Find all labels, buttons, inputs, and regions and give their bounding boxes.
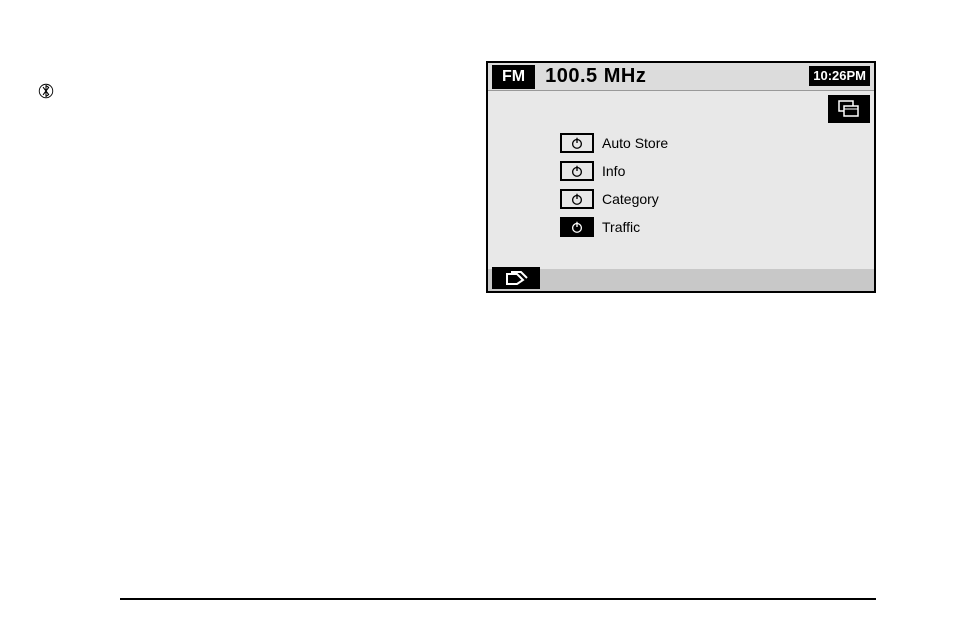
bluetooth-icon bbox=[38, 82, 54, 100]
menu-label: Info bbox=[602, 163, 625, 179]
bottom-bar bbox=[488, 269, 874, 291]
frequency-display: 100.5 MHz bbox=[545, 65, 646, 88]
menu-label: Auto Store bbox=[602, 135, 668, 151]
panel-header: FM 100.5 MHz 10:26PM bbox=[488, 63, 874, 91]
power-icon bbox=[560, 133, 594, 153]
power-icon bbox=[560, 217, 594, 237]
power-icon bbox=[560, 161, 594, 181]
radio-panel: FM 100.5 MHz 10:26PM Auto Store bbox=[486, 61, 876, 293]
layers-icon[interactable] bbox=[828, 95, 870, 123]
menu-item-info[interactable]: Info bbox=[560, 161, 668, 181]
divider-line bbox=[120, 598, 876, 600]
power-icon bbox=[560, 189, 594, 209]
menu-label: Traffic bbox=[602, 219, 640, 235]
clock-display: 10:26PM bbox=[809, 66, 870, 86]
menu-item-auto-store[interactable]: Auto Store bbox=[560, 133, 668, 153]
band-badge[interactable]: FM bbox=[492, 65, 535, 89]
menu-item-category[interactable]: Category bbox=[560, 189, 668, 209]
menu-label: Category bbox=[602, 191, 659, 207]
tag-icon[interactable] bbox=[492, 267, 540, 289]
menu-list: Auto Store Info Category bbox=[560, 133, 668, 237]
menu-item-traffic[interactable]: Traffic bbox=[560, 217, 668, 237]
